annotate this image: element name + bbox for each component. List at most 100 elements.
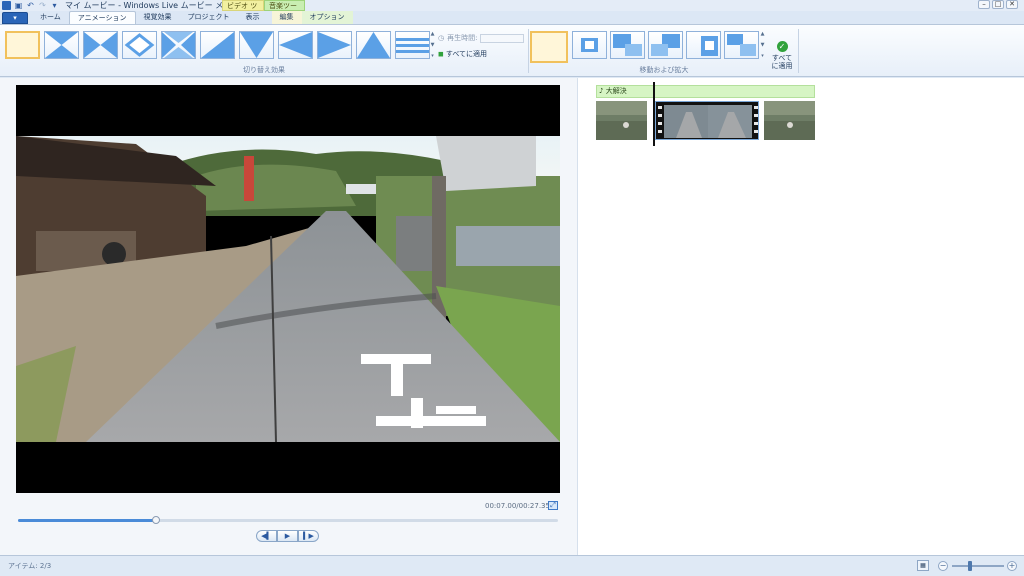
- check-icon: ✓: [776, 41, 788, 52]
- pan-up-right-icon: [651, 34, 680, 56]
- storyboard-clip[interactable]: [764, 101, 815, 140]
- transition-diamond[interactable]: [122, 31, 157, 59]
- transition-diagonal-cross[interactable]: [44, 31, 79, 59]
- music-track[interactable]: ♪ 大解決: [596, 85, 815, 98]
- tab-edit[interactable]: 編集: [271, 11, 302, 24]
- app-icon[interactable]: [2, 1, 11, 10]
- apply-all-transitions-button[interactable]: ◼ すべてに適用: [438, 49, 487, 59]
- v-wipe-icon: [240, 32, 273, 58]
- maximize-button[interactable]: □: [992, 0, 1004, 9]
- tab-animations[interactable]: アニメーション: [68, 11, 136, 24]
- apply-all-pan-zoom-button[interactable]: ✓ すべて に適用: [768, 29, 796, 70]
- tab-visual-effects[interactable]: 視覚効果: [136, 11, 180, 24]
- transition-bowtie-horizontal[interactable]: [83, 31, 118, 59]
- apply-all-pan-zoom-label-2: に適用: [771, 62, 793, 70]
- app-menu-button[interactable]: ▾: [2, 12, 28, 24]
- bowtie-icon: [84, 32, 117, 58]
- zoom-slider-thumb[interactable]: [968, 561, 973, 571]
- title-bar: ▣ ↶ ↷ ▾ マイ ムービー - Windows Live ムービー メーカー…: [0, 0, 1024, 21]
- duration-label: 再生時間:: [447, 34, 478, 42]
- previous-frame-button[interactable]: ◀▍: [256, 530, 277, 542]
- playhead[interactable]: [653, 82, 655, 146]
- pan-zoom-gallery-scroller[interactable]: ▲ ▼ ▾: [759, 31, 766, 59]
- pan-zoom-none[interactable]: [530, 31, 568, 63]
- play-button[interactable]: ▶: [277, 530, 298, 542]
- cross-x-icon: [162, 32, 195, 58]
- apply-all-icon: ◼: [438, 50, 444, 58]
- transition-diagonal-wipe[interactable]: [200, 31, 235, 59]
- minimize-button[interactable]: –: [978, 0, 990, 9]
- pan-right-down-icon: [727, 34, 756, 56]
- clip-thumbnail: [764, 101, 815, 140]
- expand-icon: ⤢: [550, 501, 556, 509]
- tab-project[interactable]: プロジェクト: [180, 11, 238, 24]
- fullscreen-button[interactable]: ⤢: [548, 501, 558, 510]
- window-controls: – □ ✕: [978, 0, 1018, 9]
- ribbon: ▲ ▼ ▾ ◷ 再生時間: ◼ すべてに適用 切り替え効果 ▲ ▼ ▾ 移動およ…: [0, 25, 1024, 77]
- storyboard-view-icon[interactable]: ▦: [917, 560, 929, 571]
- pan-up-left-icon: [613, 34, 642, 56]
- customize-icon[interactable]: ▾: [50, 1, 59, 10]
- storyboard: ♪ 大解決: [579, 78, 1024, 555]
- status-bar: アイテム: 2/3 ▦ − +: [0, 555, 1024, 576]
- next-frame-icon: ▍▶: [303, 532, 314, 540]
- play-icon: ▶: [284, 532, 291, 540]
- storyboard-clip-selected[interactable]: [655, 101, 759, 140]
- save-icon[interactable]: ▣: [14, 1, 23, 10]
- transition-cross-x[interactable]: [161, 31, 196, 59]
- transition-arrow-right[interactable]: [317, 31, 352, 59]
- next-frame-button[interactable]: ▍▶: [298, 530, 319, 542]
- close-button[interactable]: ✕: [1006, 0, 1018, 9]
- scroll-up-icon[interactable]: ▲: [761, 31, 765, 37]
- clip-thumbnail: [596, 101, 647, 140]
- transition-triangle-up[interactable]: [356, 31, 391, 59]
- pan-zoom-right-down[interactable]: [724, 31, 759, 59]
- tab-view[interactable]: 表示: [238, 11, 268, 24]
- transitions-gallery-scroller[interactable]: ▲ ▼ ▾: [429, 31, 436, 59]
- apply-all-pan-zoom-label-1: すべて: [771, 54, 793, 62]
- seek-progress: [18, 519, 157, 522]
- transitions-group: ▲ ▼ ▾ ◷ 再生時間: ◼ すべてに適用 切り替え効果: [0, 27, 528, 76]
- transitions-group-label: 切り替え効果: [243, 66, 285, 74]
- zoom-in-center-icon: [581, 38, 598, 52]
- clip-filmstrip-thumbnail: [656, 102, 758, 139]
- pan-zoom-group-label: 移動および拡大: [639, 66, 689, 74]
- pan-zoom-zoom-in-center[interactable]: [572, 31, 607, 59]
- pan-zoom-out-right[interactable]: [686, 31, 721, 59]
- clock-icon: ◷: [438, 34, 445, 42]
- ribbon-tabs: ▾ ホーム アニメーション 視覚効果 プロジェクト 表示 編集 オプション: [0, 11, 1024, 25]
- duration-field: ◷ 再生時間:: [438, 33, 525, 43]
- storyboard-clip[interactable]: [596, 101, 647, 140]
- undo-icon[interactable]: ↶: [26, 1, 35, 10]
- previous-frame-icon: ◀▍: [261, 532, 272, 540]
- transition-v-wipe[interactable]: [239, 31, 274, 59]
- zoom-slider-track[interactable]: [952, 565, 1004, 567]
- video-preview[interactable]: まれ 止: [16, 85, 560, 493]
- duration-dropdown[interactable]: [480, 33, 525, 43]
- context-header-video-tools: ビデオ ツール: [222, 0, 264, 21]
- zoom-in-button[interactable]: +: [1007, 561, 1017, 571]
- scroll-down-icon[interactable]: ▼: [761, 42, 765, 48]
- transition-arrow-left[interactable]: [278, 31, 313, 59]
- item-count: アイテム: 2/3: [8, 562, 52, 570]
- horizontal-lines-icon: [396, 38, 429, 53]
- seek-thumb[interactable]: [152, 516, 161, 524]
- video-frame: [16, 136, 560, 442]
- tab-home[interactable]: ホーム: [32, 11, 69, 24]
- window-title: マイ ムービー - Windows Live ムービー メーカー: [65, 1, 248, 10]
- quick-access-toolbar: ▣ ↶ ↷ ▾: [0, 0, 59, 11]
- pan-zoom-up-right[interactable]: [648, 31, 683, 59]
- transition-horizontal-lines[interactable]: [395, 31, 430, 59]
- expand-gallery-icon[interactable]: ▾: [431, 53, 434, 59]
- zoom-out-button[interactable]: −: [938, 561, 948, 571]
- expand-gallery-icon[interactable]: ▾: [761, 53, 764, 59]
- seek-bar[interactable]: [18, 516, 558, 524]
- tab-options[interactable]: オプション: [301, 11, 353, 24]
- redo-icon[interactable]: ↷: [38, 1, 47, 10]
- pan-zoom-up-left[interactable]: [610, 31, 645, 59]
- scroll-up-icon[interactable]: ▲: [431, 31, 435, 37]
- transition-none[interactable]: [5, 31, 40, 59]
- arrow-right-icon: [318, 32, 351, 58]
- triangle-up-icon: [357, 32, 390, 58]
- scroll-down-icon[interactable]: ▼: [431, 42, 435, 48]
